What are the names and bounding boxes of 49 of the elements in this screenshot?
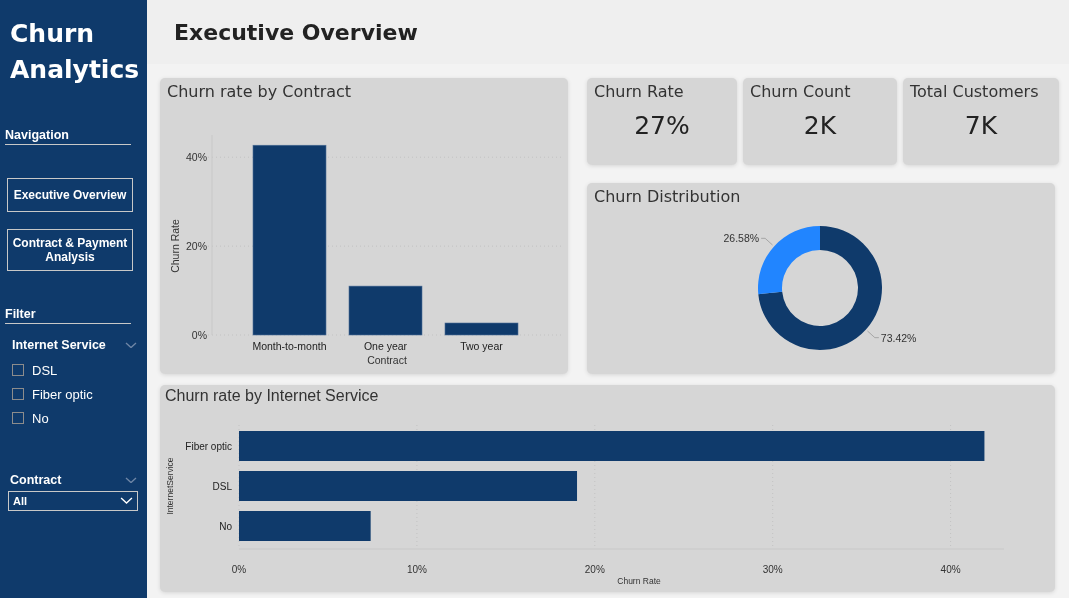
chevron-icon[interactable] xyxy=(125,476,137,484)
contract-dropdown[interactable]: All xyxy=(8,491,138,511)
category-label: No xyxy=(219,521,232,532)
filter-option[interactable]: Fiber optic xyxy=(12,385,147,403)
filter-option[interactable]: No xyxy=(12,409,147,427)
category-label: One year xyxy=(363,340,408,352)
data-label: 26.58% xyxy=(723,232,760,245)
chevron-down-icon[interactable] xyxy=(120,497,133,505)
checkbox[interactable] xyxy=(12,412,24,424)
checkbox[interactable] xyxy=(12,388,24,400)
nav-button[interactable]: Contract & Payment Analysis xyxy=(7,229,133,271)
axis-tick-label: 40% xyxy=(186,151,207,164)
axis-tick-label: 0% xyxy=(231,564,247,575)
category-label: Two year xyxy=(460,340,503,352)
axis-tick-label: 0% xyxy=(191,329,207,341)
axis-title: Churn Rate xyxy=(169,219,181,273)
filter-label: Contract xyxy=(10,473,62,487)
section-heading: Filter xyxy=(5,307,131,324)
axis-tick-label: 20% xyxy=(584,564,605,575)
category-label: Month-to-month xyxy=(252,340,327,352)
axis-title: Churn Rate xyxy=(617,576,661,586)
leader-line xyxy=(867,330,880,339)
filter-label: Internet Service xyxy=(12,338,106,352)
chart-title: Churn rate by Contract xyxy=(166,81,353,103)
kpi-label: Churn Rate xyxy=(593,81,685,101)
chart-title: Churn Distribution xyxy=(593,186,742,208)
axis-tick-label: 20% xyxy=(186,240,207,253)
data-label: 73.42% xyxy=(880,331,917,344)
dashboard-title: Churn Analytics xyxy=(9,18,141,86)
chart-title: Churn rate by Internet Service xyxy=(164,386,380,406)
category-label: DSL xyxy=(212,481,232,492)
section-heading: Navigation xyxy=(5,128,131,145)
axis-tick-label: 30% xyxy=(762,564,783,575)
kpi-value: 7K xyxy=(963,111,999,140)
axis-tick-label: 40% xyxy=(940,564,961,575)
axis-title: InternetService xyxy=(165,457,175,515)
kpi-value: 27% xyxy=(633,111,691,140)
axis-tick-label: 10% xyxy=(406,564,427,575)
kpi-value: 2K xyxy=(802,111,838,140)
checkbox[interactable] xyxy=(12,364,24,376)
chevron-icon[interactable] xyxy=(125,341,137,349)
axis-title: Contract xyxy=(367,354,407,366)
kpi-label: Churn Count xyxy=(749,81,852,101)
filter-option[interactable]: DSL xyxy=(12,361,147,379)
page-title: Executive Overview xyxy=(174,19,418,45)
category-label: Fiber optic xyxy=(185,441,232,452)
leader-line xyxy=(760,237,773,246)
kpi-label: Total Customers xyxy=(909,81,1040,101)
nav-button[interactable]: Executive Overview xyxy=(7,178,133,212)
